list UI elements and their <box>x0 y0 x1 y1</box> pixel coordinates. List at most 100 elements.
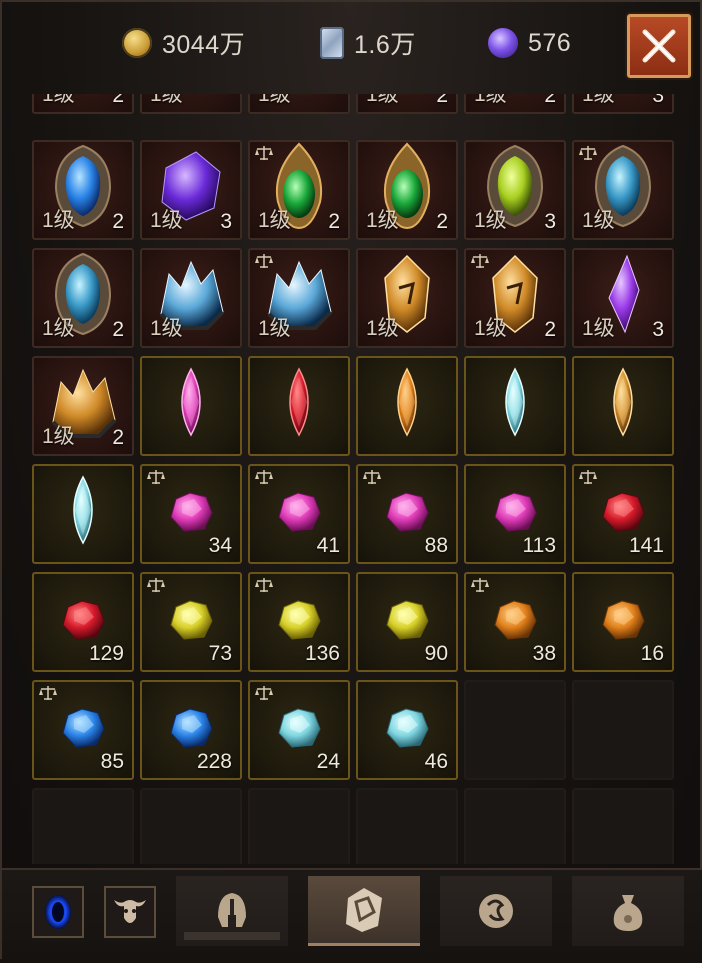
item-count: 2 <box>112 94 124 107</box>
inventory-slot[interactable] <box>248 356 350 456</box>
inventory-slot[interactable]: 38 <box>464 572 566 672</box>
scale-icon <box>255 254 273 268</box>
scale-icon <box>255 470 273 484</box>
inventory-slot[interactable]: 46 <box>356 680 458 780</box>
item-level: 1级 <box>582 209 615 232</box>
tab-gems[interactable] <box>308 876 420 946</box>
scale-icon <box>471 578 489 592</box>
item-count: 73 <box>208 642 232 665</box>
inventory-slot[interactable]: 88 <box>356 464 458 564</box>
item-count: 129 <box>88 642 124 665</box>
inventory-slot[interactable]: 1级 3 <box>140 140 242 240</box>
inventory-slot[interactable]: 73 <box>140 572 242 672</box>
inventory-slot[interactable]: 1级 <box>356 248 458 348</box>
inventory-row: 1级 2 1级 1级 1级 1级 2 1级 3 <box>32 248 680 348</box>
inventory-slot[interactable]: 34 <box>140 464 242 564</box>
inventory-row: 1级 2 <box>32 356 680 456</box>
inventory-slot[interactable]: 24 <box>248 680 350 780</box>
inventory-slot[interactable] <box>140 356 242 456</box>
empty-inventory-slot[interactable] <box>248 788 350 864</box>
item-count: 2 <box>544 94 556 107</box>
inventory-slot[interactable]: 1级 2 <box>464 248 566 348</box>
item-level: 1级 <box>582 94 615 106</box>
inventory-slot[interactable]: 1级 <box>572 140 674 240</box>
item-level: 1级 <box>42 317 75 340</box>
item-count: 2 <box>112 210 124 233</box>
item-level: 1级 <box>582 317 615 340</box>
scale-icon <box>579 470 597 484</box>
inventory-slot[interactable] <box>356 356 458 456</box>
item-count: 34 <box>208 534 232 557</box>
bull-skull-icon <box>114 900 146 923</box>
inventory-slot[interactable]: 1级 2 <box>356 140 458 240</box>
inventory-slot[interactable]: 1级 <box>140 248 242 348</box>
gem-rune-icon <box>346 887 382 932</box>
scale-icon <box>471 254 489 268</box>
inventory-slot[interactable]: 141 <box>572 464 674 564</box>
inventory-slot[interactable]: 1级 2 <box>32 248 134 348</box>
gold-amount: 3044万 <box>162 31 246 59</box>
inventory-slot[interactable]: 1级 2 <box>248 140 350 240</box>
inventory-row: 129 73 136 90 38 16 <box>32 572 680 672</box>
inventory-slot[interactable]: 113 <box>464 464 566 564</box>
item-count: 2 <box>112 318 124 341</box>
empty-inventory-slot[interactable] <box>32 788 134 864</box>
bull-skull-button[interactable] <box>104 886 156 938</box>
inventory-slot[interactable]: 1级 2 <box>32 140 134 240</box>
inventory-slot[interactable]: 1级 <box>248 94 350 114</box>
item-level: 1级 <box>150 209 183 232</box>
item-count: 2 <box>328 210 340 233</box>
inventory-slot[interactable]: 1级 2 <box>464 94 566 114</box>
inventory-slot[interactable]: 1级 2 <box>32 94 134 114</box>
inventory-slot[interactable]: 228 <box>140 680 242 780</box>
currency-bar: 3044万 1.6万 576 <box>2 2 702 88</box>
empty-inventory-slot[interactable] <box>140 788 242 864</box>
tab-materials[interactable] <box>440 876 552 946</box>
empty-inventory-slot[interactable] <box>356 788 458 864</box>
inventory-slot[interactable]: 1级 2 <box>356 94 458 114</box>
inventory-slot[interactable]: 41 <box>248 464 350 564</box>
item-count: 113 <box>522 534 556 557</box>
item-count: 41 <box>316 534 340 557</box>
item-count: 3 <box>652 94 664 107</box>
inventory-slot[interactable]: 1级 <box>248 248 350 348</box>
inventory-slot[interactable]: 90 <box>356 572 458 672</box>
item-level: 1级 <box>474 209 507 232</box>
scale-icon <box>147 578 165 592</box>
inventory-slot[interactable] <box>572 356 674 456</box>
scale-icon <box>147 470 165 484</box>
inventory-row: 85 228 24 46 <box>32 680 680 780</box>
helmet-icon <box>218 893 246 927</box>
inventory-slot[interactable]: 1级 3 <box>572 248 674 348</box>
scroll-amount: 1.6万 <box>354 31 416 59</box>
item-count: 136 <box>304 642 340 665</box>
inventory-slot[interactable]: 1级 <box>140 94 242 114</box>
inventory-slot[interactable]: 1级 2 <box>32 356 134 456</box>
portal-button[interactable] <box>32 886 84 938</box>
item-count: 16 <box>640 642 664 665</box>
inventory-slot[interactable]: 85 <box>32 680 134 780</box>
item-count: 85 <box>100 750 124 773</box>
inventory-slot[interactable]: 129 <box>32 572 134 672</box>
inventory-slot[interactable]: 1级 3 <box>572 94 674 114</box>
close-button[interactable] <box>627 14 691 78</box>
bottom-nav <box>2 868 702 963</box>
inventory-slot[interactable] <box>32 464 134 564</box>
empty-inventory-slot[interactable] <box>464 788 566 864</box>
item-level: 1级 <box>474 317 507 340</box>
inventory-row-partial: 1级 2 1级 1级 1级 2 1级 2 1级 3 <box>32 94 680 114</box>
inventory-slot[interactable]: 16 <box>572 572 674 672</box>
scale-icon <box>579 146 597 160</box>
inventory-slot[interactable]: 1级 3 <box>464 140 566 240</box>
tab-equipment[interactable] <box>176 876 288 946</box>
empty-inventory-slot[interactable] <box>572 788 674 864</box>
inventory-slot[interactable] <box>464 356 566 456</box>
inventory-row: 34 41 88 113 141 <box>32 464 680 564</box>
orb-amount: 576 <box>528 28 572 57</box>
empty-inventory-slot[interactable] <box>464 680 566 780</box>
inventory-slot[interactable]: 136 <box>248 572 350 672</box>
inventory-grid: 1级 2 1级 1级 1级 2 1级 2 1级 3 1级 2 1级 3 1级 2 1级 2 1级 3 1级 … <box>24 94 686 864</box>
tab-bag[interactable] <box>572 876 684 946</box>
inventory-row-empty <box>32 788 680 864</box>
empty-inventory-slot[interactable] <box>572 680 674 780</box>
